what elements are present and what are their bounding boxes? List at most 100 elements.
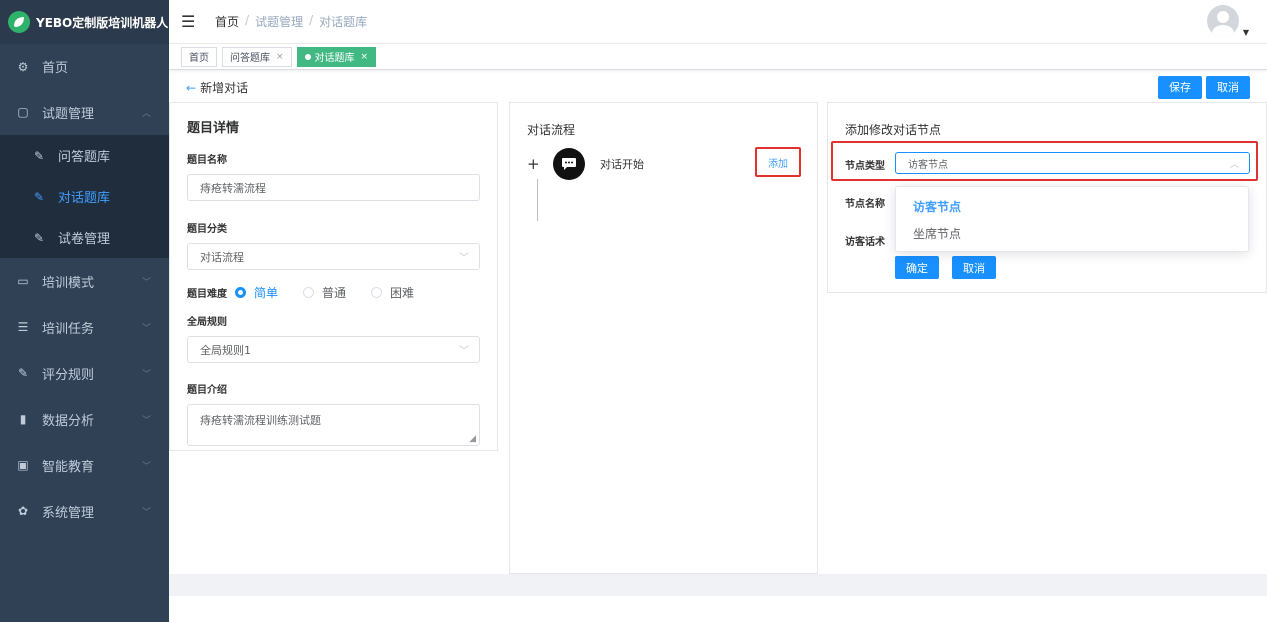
logo[interactable]: YEBO定制版培训机器人 <box>0 0 169 44</box>
node-type-select[interactable]: 访客节点 ︿ <box>895 152 1250 174</box>
radio-label: 简单 <box>254 286 279 300</box>
field-label: 题目名称 <box>187 155 227 166</box>
radio-checked-icon <box>235 287 246 298</box>
plus-icon[interactable]: + <box>527 155 541 173</box>
page-title: 新增对话 <box>200 80 249 95</box>
chevron-down-icon: ﹀ <box>141 369 151 380</box>
chat-bubble-icon <box>553 148 585 180</box>
sidebar-item-question-mgmt[interactable]: ▢ 试题管理 ︿ <box>0 89 169 135</box>
footer-strip <box>169 574 1267 596</box>
sidebar-item-label: 系统管理 <box>42 505 95 521</box>
add-node-link[interactable]: 添加 <box>755 147 801 177</box>
question-name-input[interactable]: 痔疮转濡流程 <box>187 174 480 201</box>
sidebar-item-label: 对话题库 <box>58 191 111 206</box>
sidebar-item-label: 评分规则 <box>42 367 95 383</box>
submenu-question-mgmt: ✎ 问答题库 ✎ 对话题库 ✎ 试卷管理 <box>0 135 169 258</box>
flow-connector-line <box>537 179 538 221</box>
breadcrumb-current: 对话题库 <box>319 15 368 29</box>
tags-view: 首页 问答题库 × 对话题库 × <box>169 44 1267 70</box>
chevron-up-icon: ︿ <box>141 108 151 119</box>
question-detail-panel: 题目详情 题目名称 痔疮转濡流程 题目分类 对话流程 ﹀ 题目难度 简单 普通 困… <box>169 102 498 451</box>
flow-node-start[interactable]: + 对话开始 添加 <box>527 147 809 180</box>
sidebar-item-label: 智能教育 <box>42 459 95 475</box>
breadcrumb-separator: / <box>309 13 314 27</box>
cancel-button[interactable]: 取消 <box>1206 75 1250 99</box>
leaf-logo-icon <box>8 11 30 33</box>
sidebar-item-label: 试题管理 <box>42 106 95 122</box>
edit-icon: ✎ <box>33 148 45 163</box>
select-value: 访客节点 <box>908 159 948 171</box>
tag-label: 首页 <box>189 53 209 64</box>
edit-icon: ✎ <box>33 189 45 204</box>
edit-icon: ✎ <box>33 230 45 245</box>
sidebar-item-dialog-bank[interactable]: ✎ 对话题库 <box>0 176 169 217</box>
tag-home[interactable]: 首页 <box>181 46 217 67</box>
chevron-down-icon: ﹀ <box>141 323 151 334</box>
difficulty-hard-radio[interactable]: 困难 <box>371 284 414 301</box>
flow-node-label: 对话开始 <box>600 158 644 171</box>
navbar: ☰ 首页 / 试题管理 / 对话题库 ▼ <box>169 0 1267 44</box>
category-select[interactable]: 对话流程 ﹀ <box>187 243 480 270</box>
sidebar-item-data-analysis[interactable]: ▮ 数据分析 ﹀ <box>0 396 169 442</box>
sidebar-item-training-mode[interactable]: ▭ 培训模式 ﹀ <box>0 258 169 304</box>
dialog-flow-panel: 对话流程 + 对话开始 添加 <box>509 102 818 574</box>
breadcrumb-question-mgmt[interactable]: 试题管理 <box>255 13 303 30</box>
field-label: 题目介绍 <box>187 385 227 396</box>
back-link[interactable]: ← 新增对话 <box>186 79 248 96</box>
panel-title: 题目详情 <box>187 121 240 136</box>
radio-unchecked-icon <box>303 287 315 298</box>
radio-label: 困难 <box>390 286 415 300</box>
avatar[interactable] <box>1206 5 1239 37</box>
sidebar-item-scoring-rules[interactable]: ✎ 评分规则 ﹀ <box>0 350 169 396</box>
sidebar-item-qa-bank[interactable]: ✎ 问答题库 <box>0 135 169 176</box>
sidebar-item-system-mgmt[interactable]: ✿ 系统管理 ﹀ <box>0 488 169 534</box>
tag-label: 对话题库 <box>314 53 355 64</box>
difficulty-group: 题目难度 简单 普通 困难 <box>187 284 480 301</box>
monitor-icon: ▭ <box>17 274 29 288</box>
hamburger-icon[interactable]: ☰ <box>181 12 201 31</box>
dashboard-icon: ⚙ <box>17 59 29 74</box>
dropdown-option-agent[interactable]: 坐席节点 <box>896 220 1248 247</box>
select-value: 全局规则1 <box>200 343 251 357</box>
difficulty-normal-radio[interactable]: 普通 <box>303 284 346 301</box>
field-label: 节点类型 <box>845 161 885 172</box>
field-label: 访客话术 <box>845 237 885 248</box>
tag-qa-bank[interactable]: 问答题库 × <box>222 46 292 67</box>
sidebar-item-paper-mgmt[interactable]: ✎ 试卷管理 <box>0 217 169 258</box>
sidebar-item-smart-education[interactable]: ▣ 智能教育 ﹀ <box>0 442 169 488</box>
close-icon[interactable]: × <box>276 52 284 62</box>
sidebar-item-training-task[interactable]: ☰ 培训任务 ﹀ <box>0 304 169 350</box>
user-menu[interactable]: ▼ <box>1206 5 1249 37</box>
chevron-down-icon: ﹀ <box>141 461 151 472</box>
gear-icon: ✿ <box>17 504 29 518</box>
edit-icon: ✎ <box>17 366 29 380</box>
breadcrumb-home[interactable]: 首页 <box>215 13 239 30</box>
sidebar-item-home[interactable]: ⚙ 首页 <box>0 44 169 89</box>
dropdown-option-visitor[interactable]: 访客节点 <box>896 193 1248 220</box>
node-type-dropdown: 访客节点 坐席节点 <box>895 186 1249 252</box>
panel-title: 添加修改对话节点 <box>845 123 942 137</box>
tag-dialog-bank[interactable]: 对话题库 × <box>296 46 377 67</box>
page-toolbar: ← 新增对话 保存 取消 <box>169 72 1267 102</box>
difficulty-easy-radio[interactable]: 简单 <box>235 284 278 301</box>
caret-down-icon[interactable]: ▼ <box>1243 28 1249 37</box>
panel-title: 对话流程 <box>527 123 576 137</box>
sidebar-item-label: 试卷管理 <box>58 232 111 247</box>
save-button[interactable]: 保存 <box>1158 75 1202 99</box>
list-icon: ☰ <box>17 320 29 334</box>
field-label: 全局规则 <box>187 317 227 328</box>
resize-handle-icon[interactable]: ◢ <box>469 434 476 444</box>
confirm-button[interactable]: 确定 <box>895 256 939 279</box>
close-icon[interactable]: × <box>361 52 369 62</box>
screen-icon: ▣ <box>17 458 29 472</box>
cancel-node-button[interactable]: 取消 <box>952 256 996 279</box>
chevron-down-icon: ﹀ <box>459 346 469 357</box>
field-label: 题目分类 <box>187 224 227 235</box>
textarea-value: 痔疮转濡流程训练测试题 <box>200 414 321 427</box>
radio-unchecked-icon <box>371 287 383 298</box>
active-dot-icon <box>304 53 311 60</box>
breadcrumb-separator: / <box>245 13 250 27</box>
intro-textarea[interactable]: 痔疮转濡流程训练测试题 ◢ <box>187 404 480 446</box>
field-label: 节点名称 <box>845 199 885 210</box>
global-rule-select[interactable]: 全局规则1 ﹀ <box>187 336 480 363</box>
